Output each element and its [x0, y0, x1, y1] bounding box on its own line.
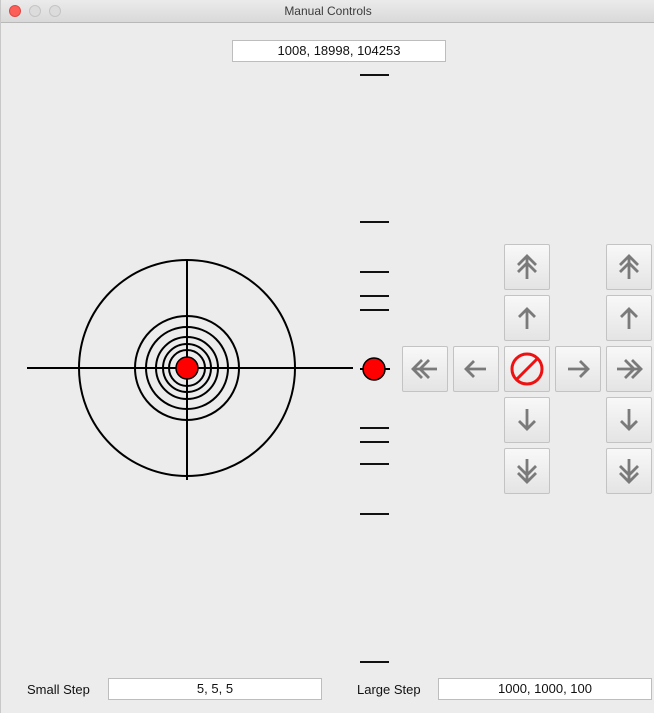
z-scale-tick	[360, 513, 389, 515]
move-z-small-down-button[interactable]	[606, 397, 652, 443]
z-scale-tick	[360, 661, 389, 663]
move-x-large-right-button[interactable]	[606, 346, 652, 392]
manual-controls-window: Manual Controls 1008, 18998, 104253 Smal…	[0, 0, 654, 713]
z-scale-tick	[360, 463, 389, 465]
z-scale-tick	[360, 427, 389, 429]
move-y-small-up-button[interactable]	[504, 295, 550, 341]
double-arrow-up-icon	[517, 254, 537, 279]
move-x-large-left-button[interactable]	[402, 346, 448, 392]
double-arrow-down-icon	[619, 459, 639, 484]
z-scale-tick	[360, 271, 389, 273]
large-step-input[interactable]: 1000, 1000, 100	[438, 678, 652, 700]
arrow-right-icon	[568, 360, 590, 378]
z-scale-tick	[360, 221, 389, 223]
move-z-large-up-button[interactable]	[606, 244, 652, 290]
xy-target[interactable]	[21, 250, 361, 490]
move-y-small-down-button[interactable]	[504, 397, 550, 443]
z-scale-tick	[360, 309, 389, 311]
arrow-down-icon	[620, 409, 638, 431]
arrow-up-icon	[620, 307, 638, 329]
arrow-up-icon	[518, 307, 536, 329]
window-title: Manual Controls	[284, 4, 372, 18]
double-arrow-left-icon	[411, 359, 437, 379]
move-z-small-up-button[interactable]	[606, 295, 652, 341]
move-x-small-left-button[interactable]	[453, 346, 499, 392]
xy-position-marker	[175, 356, 199, 380]
stop-button[interactable]	[504, 346, 550, 392]
arrow-left-icon	[464, 360, 486, 378]
small-step-label: Small Step	[27, 682, 90, 697]
stop-icon	[510, 352, 544, 386]
z-scale-tick	[360, 295, 389, 297]
z-scale-tick	[360, 441, 389, 443]
position-readout: 1008, 18998, 104253	[232, 40, 446, 62]
move-y-large-up-button[interactable]	[504, 244, 550, 290]
double-arrow-down-icon	[517, 459, 537, 484]
z-position-marker[interactable]	[358, 355, 392, 383]
large-step-label: Large Step	[357, 682, 421, 697]
move-y-large-down-button[interactable]	[504, 448, 550, 494]
move-z-large-down-button[interactable]	[606, 448, 652, 494]
z-scale-tick	[360, 74, 389, 76]
arrow-down-icon	[518, 409, 536, 431]
title-bar: Manual Controls	[1, 0, 654, 23]
small-step-input[interactable]: 5, 5, 5	[108, 678, 322, 700]
move-x-small-right-button[interactable]	[555, 346, 601, 392]
double-arrow-right-icon	[617, 359, 643, 379]
double-arrow-up-icon	[619, 254, 639, 279]
